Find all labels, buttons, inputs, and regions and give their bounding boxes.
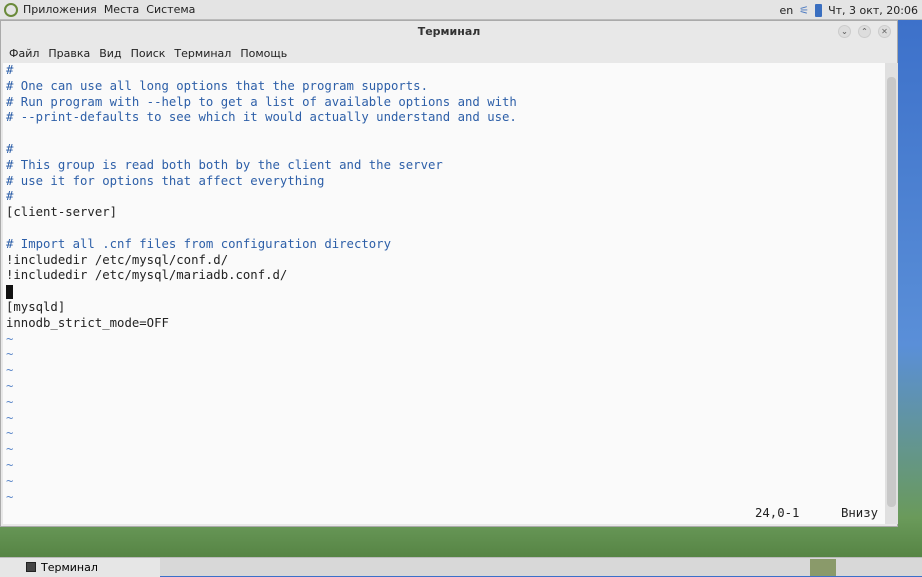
empty-buffer-line: ~ <box>6 378 14 393</box>
clock[interactable]: Чт, 3 окт, 20:06 <box>828 4 918 17</box>
minimize-button[interactable]: ⌄ <box>838 25 851 38</box>
empty-buffer-line: ~ <box>6 442 14 457</box>
text-line: # <box>6 141 14 156</box>
empty-buffer-line: ~ <box>6 394 14 409</box>
text-line: # Import all .cnf files from configurati… <box>6 236 391 251</box>
text-line: # use it for options that affect everyth… <box>6 173 325 188</box>
empty-buffer-line: ~ <box>6 347 14 362</box>
text-line: # This group is read both both by the cl… <box>6 157 443 172</box>
empty-buffer-line: ~ <box>6 410 14 425</box>
text-line: # <box>6 63 14 77</box>
vim-status-line: 24,0-1 Внизу <box>3 506 885 522</box>
taskbar-item-label: Терминал <box>41 560 98 574</box>
system-tray: en ⚟ Чт, 3 окт, 20:06 <box>779 0 918 20</box>
cursor-position: 24,0-1 <box>755 506 800 520</box>
workspace-switcher[interactable] <box>810 559 836 576</box>
menu-places[interactable]: Места <box>104 3 139 16</box>
menu-bar: Файл Правка Вид Поиск Терминал Помощь <box>1 43 897 63</box>
menu-terminal[interactable]: Терминал <box>174 47 231 60</box>
empty-buffer-line: ~ <box>6 473 14 488</box>
text-line <box>3 221 885 237</box>
empty-buffer-line: ~ <box>6 363 14 378</box>
bottom-panel: Терминал <box>0 557 922 577</box>
text-line <box>3 126 885 142</box>
window-titlebar[interactable]: Терминал ⌄ ⌃ ✕ <box>1 21 897 43</box>
maximize-button[interactable]: ⌃ <box>858 25 871 38</box>
top-panel: Приложения Места Система en ⚟ Чт, 3 окт,… <box>0 0 922 20</box>
text-line: # One can use all long options that the … <box>6 78 428 93</box>
scrollbar[interactable] <box>885 63 898 524</box>
empty-buffer-line: ~ <box>6 426 14 441</box>
menu-applications[interactable]: Приложения <box>23 3 97 16</box>
taskbar-item-terminal[interactable]: Терминал <box>0 557 160 577</box>
battery-icon[interactable] <box>815 3 823 17</box>
text-line: # --print-defaults to see which it would… <box>6 110 517 125</box>
window-title: Терминал <box>417 25 481 38</box>
empty-buffer-line: ~ <box>6 331 14 346</box>
menu-search[interactable]: Поиск <box>131 47 166 60</box>
text-line: !includedir /etc/mysql/conf.d/ <box>6 252 229 267</box>
menu-edit[interactable]: Правка <box>48 47 90 60</box>
text-line <box>3 284 885 300</box>
text-line: # Run program with --help to get a list … <box>6 94 517 109</box>
scroll-position: Внизу <box>841 506 879 520</box>
text-line: [mysqld] <box>6 299 66 314</box>
menu-view[interactable]: Вид <box>99 47 121 60</box>
keyboard-layout[interactable]: en <box>779 4 793 17</box>
menu-help[interactable]: Помощь <box>240 47 287 60</box>
menu-system[interactable]: Система <box>146 3 195 16</box>
terminal-icon <box>26 562 36 572</box>
menu-file[interactable]: Файл <box>9 47 39 60</box>
text-cursor <box>6 284 13 299</box>
network-icon[interactable]: ⚟ <box>799 4 809 17</box>
text-line: innodb_strict_mode=OFF <box>6 315 169 330</box>
terminal-window: Терминал ⌄ ⌃ ✕ Файл Правка Вид Поиск Тер… <box>0 20 898 527</box>
close-button[interactable]: ✕ <box>878 25 891 38</box>
scrollbar-thumb[interactable] <box>887 77 896 507</box>
text-line: # <box>6 189 14 204</box>
empty-buffer-line: ~ <box>6 457 14 472</box>
distro-logo-icon[interactable] <box>4 2 18 17</box>
text-line: !includedir /etc/mysql/mariadb.conf.d/ <box>6 268 288 283</box>
terminal-content[interactable]: # # One can use all long options that the… <box>3 63 885 524</box>
text-line: [client-server] <box>6 205 118 220</box>
empty-buffer-line: ~ <box>6 489 14 504</box>
